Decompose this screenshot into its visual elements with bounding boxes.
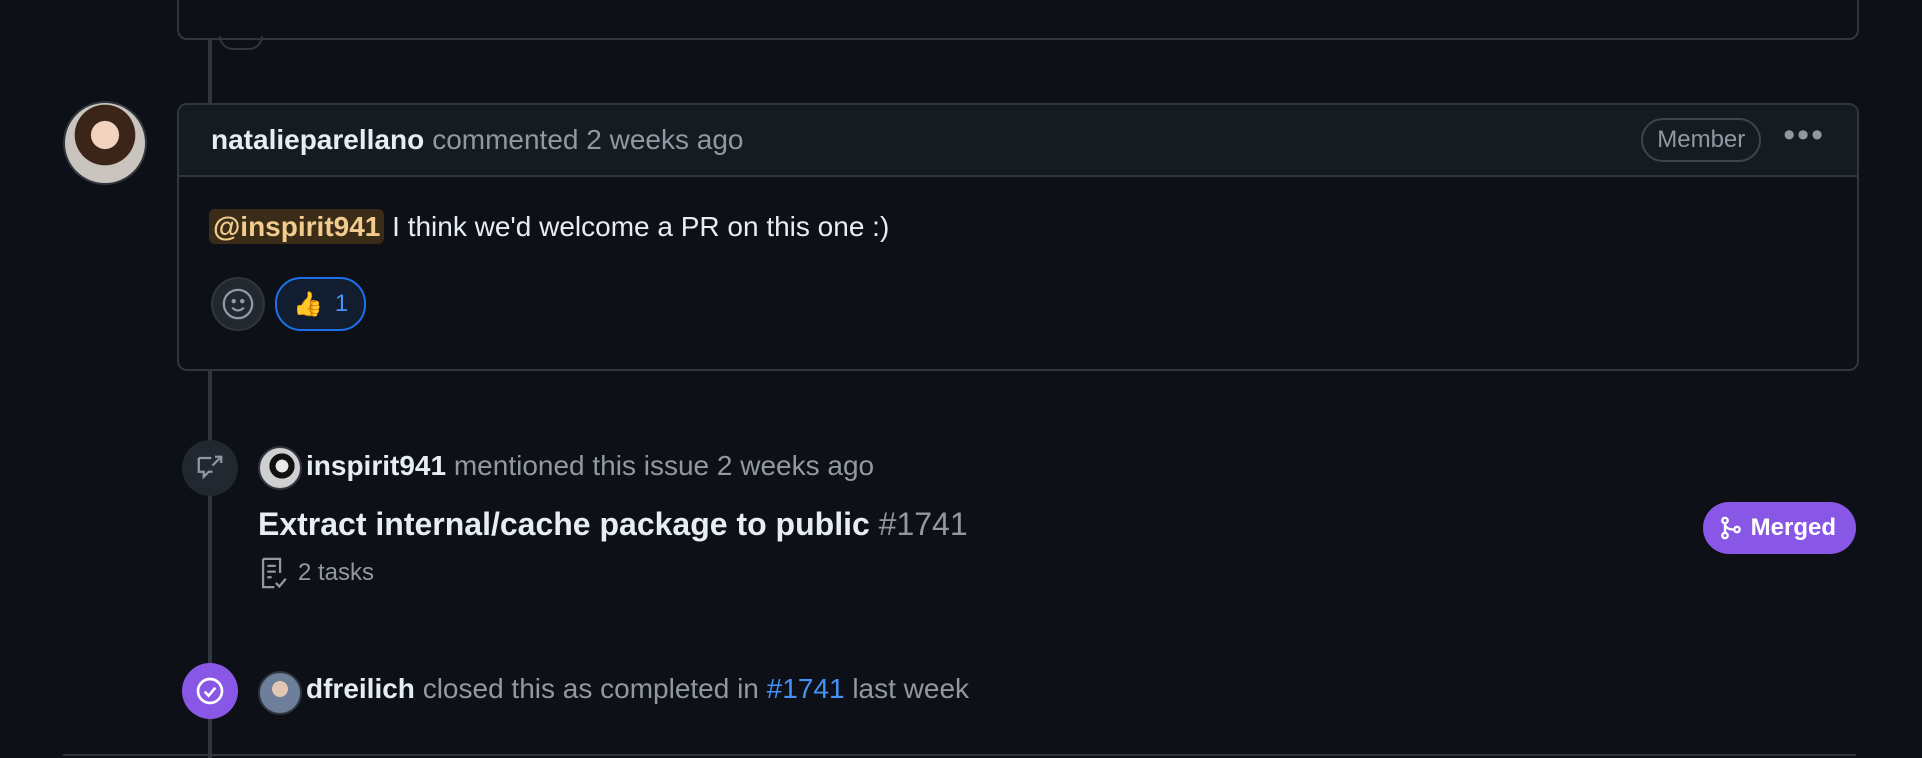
- avatar-dfreilich[interactable]: [258, 671, 302, 715]
- avatar-natalieparellano[interactable]: [63, 101, 147, 185]
- merged-status-badge: Merged: [1702, 502, 1856, 554]
- thumbs-up-reaction[interactable]: 👍 1: [275, 277, 367, 331]
- pr-link[interactable]: Extract internal/cache package to public…: [258, 506, 968, 543]
- mention-event-text: inspirit941 mentioned this issue 2 weeks…: [306, 450, 874, 482]
- task-list-icon: [261, 557, 287, 589]
- pr-number[interactable]: #1741: [879, 506, 968, 542]
- comment-header: natalieparellano commented 2 weeks ago M…: [179, 105, 1857, 177]
- reaction-count: 1: [334, 290, 349, 317]
- cross-reference-icon: [182, 440, 238, 496]
- section-divider: [63, 754, 1856, 756]
- closed-event-time[interactable]: last week: [852, 673, 969, 704]
- mention-event-time[interactable]: 2 weeks ago: [717, 450, 874, 481]
- thumbs-up-icon: 👍: [293, 290, 323, 318]
- closed-event-action: closed this as completed in: [422, 673, 759, 704]
- merged-status-label: Merged: [1750, 514, 1836, 541]
- comment-author[interactable]: natalieparellano: [211, 124, 424, 156]
- closed-event-author[interactable]: dfreilich: [306, 673, 415, 704]
- previous-comment-reaction-edge: [219, 36, 263, 50]
- tasks-count: 2 tasks: [298, 559, 375, 586]
- kebab-menu-icon[interactable]: •••: [1783, 118, 1825, 152]
- comment-card: natalieparellano commented 2 weeks ago M…: [177, 103, 1859, 371]
- mention-event-action: mentioned this issue: [453, 450, 710, 481]
- member-badge: Member: [1641, 118, 1762, 162]
- user-mention[interactable]: @inspirit941: [209, 209, 385, 244]
- check-circle-icon: [182, 663, 238, 719]
- mention-event-author[interactable]: inspirit941: [306, 450, 446, 481]
- closed-event-text: dfreilich closed this as completed in #1…: [306, 673, 969, 705]
- comment-body: @inspirit941 I think we'd welcome a PR o…: [179, 177, 1857, 331]
- add-reaction-button[interactable]: [211, 277, 265, 331]
- pr-title[interactable]: Extract internal/cache package to public: [258, 506, 870, 542]
- reactions-bar: 👍 1: [209, 277, 1827, 331]
- task-progress: 2 tasks: [258, 556, 374, 590]
- closed-event-ref-link[interactable]: #1741: [767, 673, 845, 704]
- smiley-icon: [222, 288, 254, 320]
- previous-comment-box: [177, 0, 1859, 50]
- comment-text: I think we'd welcome a PR on this one :): [392, 211, 890, 242]
- avatar-inspirit941[interactable]: [258, 446, 302, 490]
- comment-timestamp[interactable]: commented 2 weeks ago: [432, 124, 743, 156]
- git-merge-icon: [1720, 516, 1741, 540]
